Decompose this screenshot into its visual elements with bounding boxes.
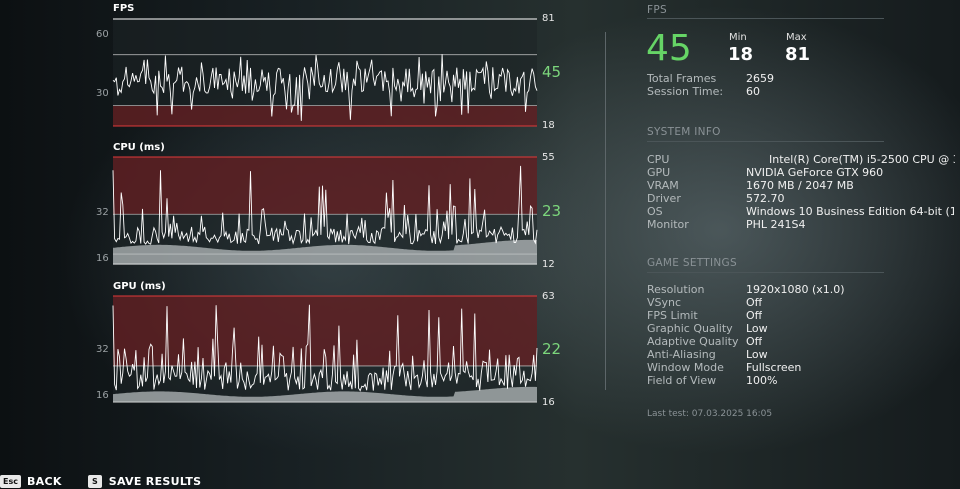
setting-row-graphic-quality: Graphic Quality Low: [647, 322, 960, 335]
sysinfo-label: OS: [647, 205, 663, 218]
game-settings-title: GAME SETTINGS: [647, 257, 737, 269]
esc-key-icon: Esc: [0, 474, 21, 488]
setting-value: Fullscreen: [746, 361, 802, 374]
s-key-icon: S: [88, 474, 102, 488]
setting-label: Graphic Quality: [647, 322, 733, 335]
sysinfo-value: 1670 MB / 2047 MB: [746, 179, 854, 192]
sysinfo-value: NVIDIA GeForce GTX 960: [746, 166, 884, 179]
fps-min-value: 18: [728, 44, 754, 65]
sysinfo-label: Monitor: [647, 218, 689, 231]
fps-current-big: 45: [646, 28, 692, 69]
back-button[interactable]: Esc BACK: [0, 474, 62, 488]
setting-value: Low: [746, 348, 768, 361]
sysinfo-label: CPU: [647, 153, 670, 166]
charts-svg: [112, 18, 538, 403]
setting-row-adaptive-quality: Adaptive Quality Off: [647, 335, 960, 348]
fps-max-caption: Max: [786, 32, 807, 43]
setting-row-vsync: VSync Off: [647, 296, 960, 309]
setting-label: Resolution: [647, 283, 705, 296]
setting-value: 1920x1080 (x1.0): [746, 283, 845, 296]
save-results-button[interactable]: S SAVE RESULTS: [88, 474, 201, 488]
panel-divider: [605, 32, 606, 390]
setting-row-field-of-view: Field of View 100%: [647, 374, 960, 387]
sysinfo-row-cpu: CPU Intel(R) Core(TM) i5-2500 CPU @ 3...: [647, 153, 960, 166]
setting-label: Window Mode: [647, 361, 724, 374]
setting-value: Off: [746, 309, 763, 322]
setting-label: Adaptive Quality: [647, 335, 739, 348]
sysinfo-row-vram: VRAM 1670 MB / 2047 MB: [647, 179, 960, 192]
setting-value: Low: [746, 322, 768, 335]
last-test-timestamp: Last test: 07.03.2025 16:05: [647, 409, 773, 419]
save-results-label: SAVE RESULTS: [108, 474, 202, 488]
setting-row-fps-limit: FPS Limit Off: [647, 309, 960, 322]
session-time-label: Session Time:: [647, 85, 724, 98]
fps-max-value: 81: [785, 44, 811, 65]
setting-row-window-mode: Window Mode Fullscreen: [647, 361, 960, 374]
total-frames-label: Total Frames: [647, 72, 717, 85]
fps-section-divider: [647, 18, 884, 19]
setting-value: Off: [746, 335, 763, 348]
setting-label: FPS Limit: [647, 309, 698, 322]
game-settings-divider: [647, 272, 884, 273]
sysinfo-label: GPU: [647, 166, 671, 179]
sysinfo-row-driver: Driver 572.70: [647, 192, 960, 205]
setting-value: 100%: [746, 374, 778, 387]
sysinfo-value: Intel(R) Core(TM) i5-2500 CPU @ 3...: [769, 153, 955, 166]
sysinfo-label: Driver: [647, 192, 681, 205]
setting-value: Off: [746, 296, 763, 309]
setting-row-resolution: Resolution 1920x1080 (x1.0): [647, 283, 960, 296]
sysinfo-row-os: OS Windows 10 Business Edition 64-bit (1…: [647, 205, 960, 218]
setting-label: Field of View: [647, 374, 717, 387]
sysinfo-value: 572.70: [746, 192, 785, 205]
sysinfo-value: Windows 10 Business Edition 64-bit (1...: [746, 205, 954, 218]
sysinfo-label: VRAM: [647, 179, 679, 192]
system-info-title: SYSTEM INFO: [647, 126, 721, 138]
setting-label: VSync: [647, 296, 682, 309]
sysinfo-row-gpu: GPU NVIDIA GeForce GTX 960: [647, 166, 960, 179]
total-frames-value: 2659: [746, 72, 774, 85]
back-button-label: BACK: [26, 474, 62, 488]
sysinfo-value: PHL 241S4: [746, 218, 806, 231]
fps-danger-band: [113, 105, 537, 126]
setting-label: Anti-Aliasing: [647, 348, 716, 361]
sysinfo-row-monitor: Monitor PHL 241S4: [647, 218, 960, 231]
session-time-value: 60: [746, 85, 760, 98]
setting-row-anti-aliasing: Anti-Aliasing Low: [647, 348, 960, 361]
system-info-divider: [647, 141, 884, 142]
game-settings-list: Resolution 1920x1080 (x1.0) VSync Off FP…: [647, 283, 960, 387]
fps-min-caption: Min: [729, 32, 747, 43]
system-info-list: CPU Intel(R) Core(TM) i5-2500 CPU @ 3...…: [647, 153, 960, 231]
fps-section-title: FPS: [647, 4, 667, 16]
